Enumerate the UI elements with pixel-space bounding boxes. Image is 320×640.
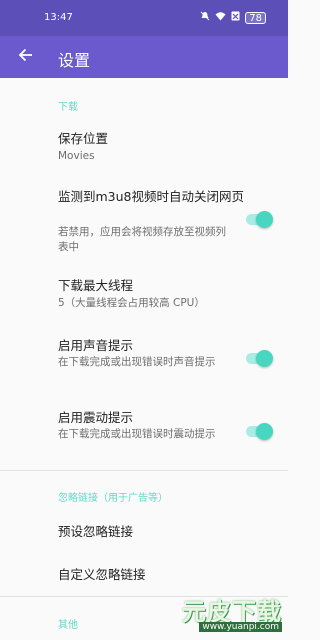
pref-summary: 5（大量线程会占用较高 CPU） <box>58 297 205 309</box>
pref-title: 保存位置 <box>58 131 109 146</box>
pref-summary: 在下载完成或出现错误时震动提示 <box>58 428 216 440</box>
status-time: 13:47 <box>44 12 73 23</box>
mute-icon <box>200 11 210 25</box>
pref-vibrate-alert[interactable]: 启用震动提示 在下载完成或出现错误时震动提示 <box>0 404 288 462</box>
pref-summary: 若禁用，应用会将视频存放至视频列表中 <box>58 226 226 253</box>
battery-indicator: 78 <box>245 12 266 24</box>
pref-title: 下载最大线程 <box>58 278 134 293</box>
pref-title: 自定义忽略链接 <box>58 567 146 582</box>
switch-thumb <box>256 350 273 367</box>
watermark-url: www.yuanpi.com <box>199 622 282 632</box>
pref-title: 启用声音提示 <box>58 338 134 353</box>
switch-thumb <box>256 423 273 440</box>
pref-sound-alert[interactable]: 启用声音提示 在下载完成或出现错误时声音提示 <box>0 332 288 390</box>
status-bar: 13:47 78 <box>0 0 288 36</box>
pref-preset-ignore-links[interactable]: 预设忽略链接 <box>0 514 288 548</box>
pref-summary: Movies <box>58 150 95 162</box>
page-title: 设置 <box>58 51 91 70</box>
pref-auto-close-page[interactable]: 监测到m3u8视频时自动关闭网页 若禁用，应用会将视频存放至视频列表中 <box>0 182 288 258</box>
pref-title: 预设忽略链接 <box>58 524 134 539</box>
pref-summary: 在下载完成或出现错误时声音提示 <box>58 356 216 368</box>
settings-list[interactable]: 下载 保存位置 Movies 监测到m3u8视频时自动关闭网页 若禁用，应用会将… <box>0 78 288 640</box>
vibrate-alert-switch[interactable] <box>246 423 274 440</box>
app-bar: 设置 <box>0 36 288 78</box>
switch-thumb <box>256 211 273 228</box>
section-header-ignore-links: 忽略链接（用于广告等） <box>58 493 168 504</box>
pref-max-threads[interactable]: 下载最大线程 5（大量线程会占用较高 CPU） <box>0 272 288 318</box>
section-header-other: 其他 <box>58 620 78 631</box>
auto-close-switch[interactable] <box>246 211 274 228</box>
watermark-logo: 元皮下载 www.yuanpi.com <box>168 592 286 638</box>
status-icons: 78 <box>200 11 266 25</box>
sound-alert-switch[interactable] <box>246 350 274 367</box>
pref-title: 启用震动提示 <box>58 410 134 425</box>
arrow-back-icon <box>18 47 34 68</box>
back-button[interactable] <box>10 41 42 73</box>
section-divider <box>0 470 288 471</box>
wifi-icon <box>215 11 226 25</box>
sim-off-icon <box>231 11 240 25</box>
section-header-download: 下载 <box>58 102 78 113</box>
pref-title: 监测到m3u8视频时自动关闭网页 <box>58 189 245 204</box>
pref-custom-ignore-links[interactable]: 自定义忽略链接 <box>0 558 288 592</box>
pref-save-location[interactable]: 保存位置 Movies <box>0 124 288 170</box>
